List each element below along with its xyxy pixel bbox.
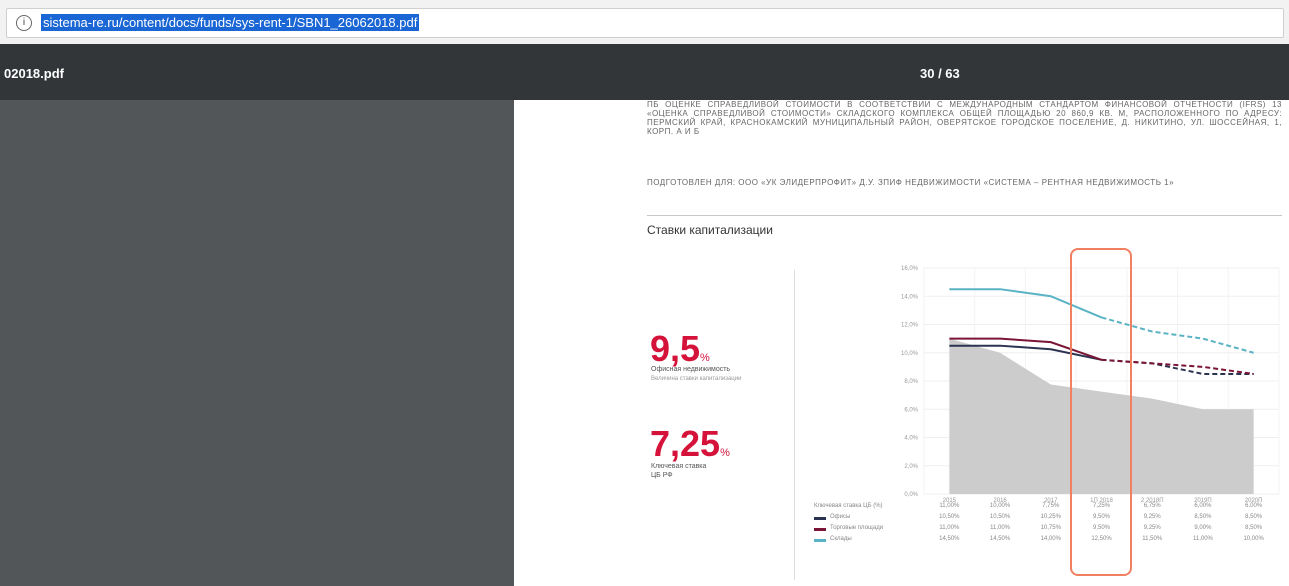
table-cell: 10,75% xyxy=(1040,525,1061,531)
table-row: Ключевая ставка ЦБ (%) 11,00% 10,00% 7,75% 7… xyxy=(814,503,1274,513)
legend-swatch xyxy=(814,528,826,531)
page-indicator[interactable]: 30 / 63 xyxy=(920,66,960,81)
table-cell: 14,50% xyxy=(939,536,960,542)
y-tick-label: 8,0% xyxy=(904,379,918,385)
y-tick-label: 6,0% xyxy=(904,407,918,413)
table-cell: 11,00% xyxy=(939,525,960,531)
table-cell: 7,75% xyxy=(1042,503,1060,509)
table-cell: 9,00% xyxy=(1194,525,1212,531)
table-cell: 11,00% xyxy=(1192,536,1213,542)
y-tick-label: 10,0% xyxy=(901,351,919,357)
table-cell: 10,25% xyxy=(1040,514,1061,520)
table-cell: 10,50% xyxy=(939,514,960,520)
pdf-toolbar: 02018.pdf 30 / 63 xyxy=(0,44,1289,100)
url-field[interactable]: i sistema-re.ru/content/docs/funds/sys-r… xyxy=(6,8,1284,38)
table-cell: 6,75% xyxy=(1143,503,1161,509)
table-cell: 14,00% xyxy=(1040,536,1061,542)
table-cell: 9,25% xyxy=(1143,525,1161,531)
pdf-page: ПБ ОЦЕНКЕ СПРАВЕДЛИВОЙ СТОИМОСТИ В СООТВ… xyxy=(514,100,1289,586)
table-cell: 14,50% xyxy=(989,536,1011,542)
table-cell: 6,00% xyxy=(1245,503,1263,509)
url-text[interactable]: sistema-re.ru/content/docs/funds/sys-ren… xyxy=(41,14,420,31)
y-tick-label: 12,0% xyxy=(901,323,919,329)
table-cell: 8,50% xyxy=(1194,514,1212,520)
pdf-sidebar xyxy=(0,100,514,586)
table-row: Склады 14,50% 14,50% 14,00% 12,50% 11,50% 11,0… xyxy=(814,536,1274,546)
table-row: Офисы 10,50% 10,50% 10,25% 9,50% 9,25% 8,50% 8,… xyxy=(814,514,1274,524)
table-row: Торговые площади 11,00% 11,00% 10,75% 9,50% 9… xyxy=(814,525,1274,535)
y-tick-label: 16,0% xyxy=(901,266,919,272)
address-bar: i sistema-re.ru/content/docs/funds/sys-r… xyxy=(0,0,1289,45)
info-icon[interactable]: i xyxy=(16,15,32,31)
y-tick-label: 14,0% xyxy=(901,294,919,300)
table-cell: 10,00% xyxy=(989,503,1011,509)
table-cell: 8,50% xyxy=(1245,525,1263,531)
table-cell: 11,00% xyxy=(990,525,1011,531)
y-tick-label: 0,0% xyxy=(904,492,918,498)
table-cell: 11,00% xyxy=(939,503,960,509)
y-tick-label: 4,0% xyxy=(904,436,918,442)
legend-swatch xyxy=(814,517,826,520)
table-cell: 9,25% xyxy=(1143,514,1161,520)
table-cell: 6,00% xyxy=(1194,503,1212,509)
table-cell: 10,00% xyxy=(1243,536,1264,542)
table-row-label: Ключевая ставка ЦБ (%) xyxy=(814,503,883,509)
file-name: 02018.pdf xyxy=(4,66,64,81)
legend-swatch xyxy=(814,539,826,542)
table-cell: 8,50% xyxy=(1245,514,1263,520)
y-tick-label: 2,0% xyxy=(904,464,918,470)
table-cell: 11,50% xyxy=(1142,536,1163,542)
table-cell: 10,50% xyxy=(989,514,1011,520)
highlight-box xyxy=(1070,248,1132,576)
